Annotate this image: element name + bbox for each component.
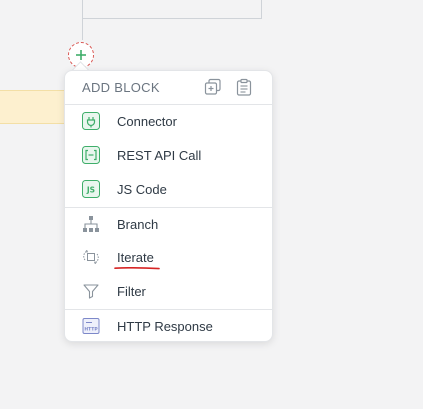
- add-block-menu: ADD BLOCK Connector REST API Call JS JS …: [64, 70, 273, 342]
- plus-icon: [76, 50, 86, 60]
- svg-text:HTTP: HTTP: [84, 327, 98, 333]
- svg-text:JS: JS: [86, 186, 95, 195]
- filter-icon: [82, 282, 100, 300]
- menu-item-label: Iterate: [117, 249, 154, 265]
- menu-item-js-code[interactable]: JS JS Code: [65, 173, 272, 205]
- connector-line: [82, 18, 262, 19]
- menu-item-label: HTTP Response: [117, 318, 213, 334]
- workflow-node[interactable]: [0, 90, 64, 124]
- menu-item-rest-api-call[interactable]: REST API Call: [65, 139, 272, 171]
- menu-item-filter[interactable]: Filter: [65, 275, 272, 307]
- menu-item-label: JS Code: [117, 181, 167, 197]
- menu-item-label: REST API Call: [117, 147, 202, 163]
- menu-item-iterate[interactable]: Iterate: [65, 241, 272, 273]
- menu-item-label: Connector: [117, 113, 177, 129]
- menu-title: ADD BLOCK: [82, 80, 160, 95]
- menu-item-branch[interactable]: Branch: [65, 208, 272, 240]
- menu-header: ADD BLOCK: [65, 71, 272, 104]
- iterate-icon: [82, 248, 100, 266]
- red-underline-annotation: [114, 266, 160, 270]
- branch-icon: [82, 215, 100, 233]
- menu-item-label: Filter: [117, 283, 146, 299]
- connector-line: [261, 0, 262, 19]
- http-response-icon: HTTP: [82, 317, 100, 335]
- js-code-icon: JS: [82, 180, 100, 198]
- connector-line: [82, 0, 83, 40]
- menu-item-http-response[interactable]: HTTP HTTP Response: [65, 310, 272, 342]
- duplicate-icon[interactable]: [204, 78, 222, 96]
- menu-item-connector[interactable]: Connector: [65, 105, 272, 137]
- plug-icon: [82, 112, 100, 130]
- clipboard-icon[interactable]: [235, 78, 253, 96]
- api-brackets-icon: [82, 146, 100, 164]
- menu-item-label: Branch: [117, 216, 159, 232]
